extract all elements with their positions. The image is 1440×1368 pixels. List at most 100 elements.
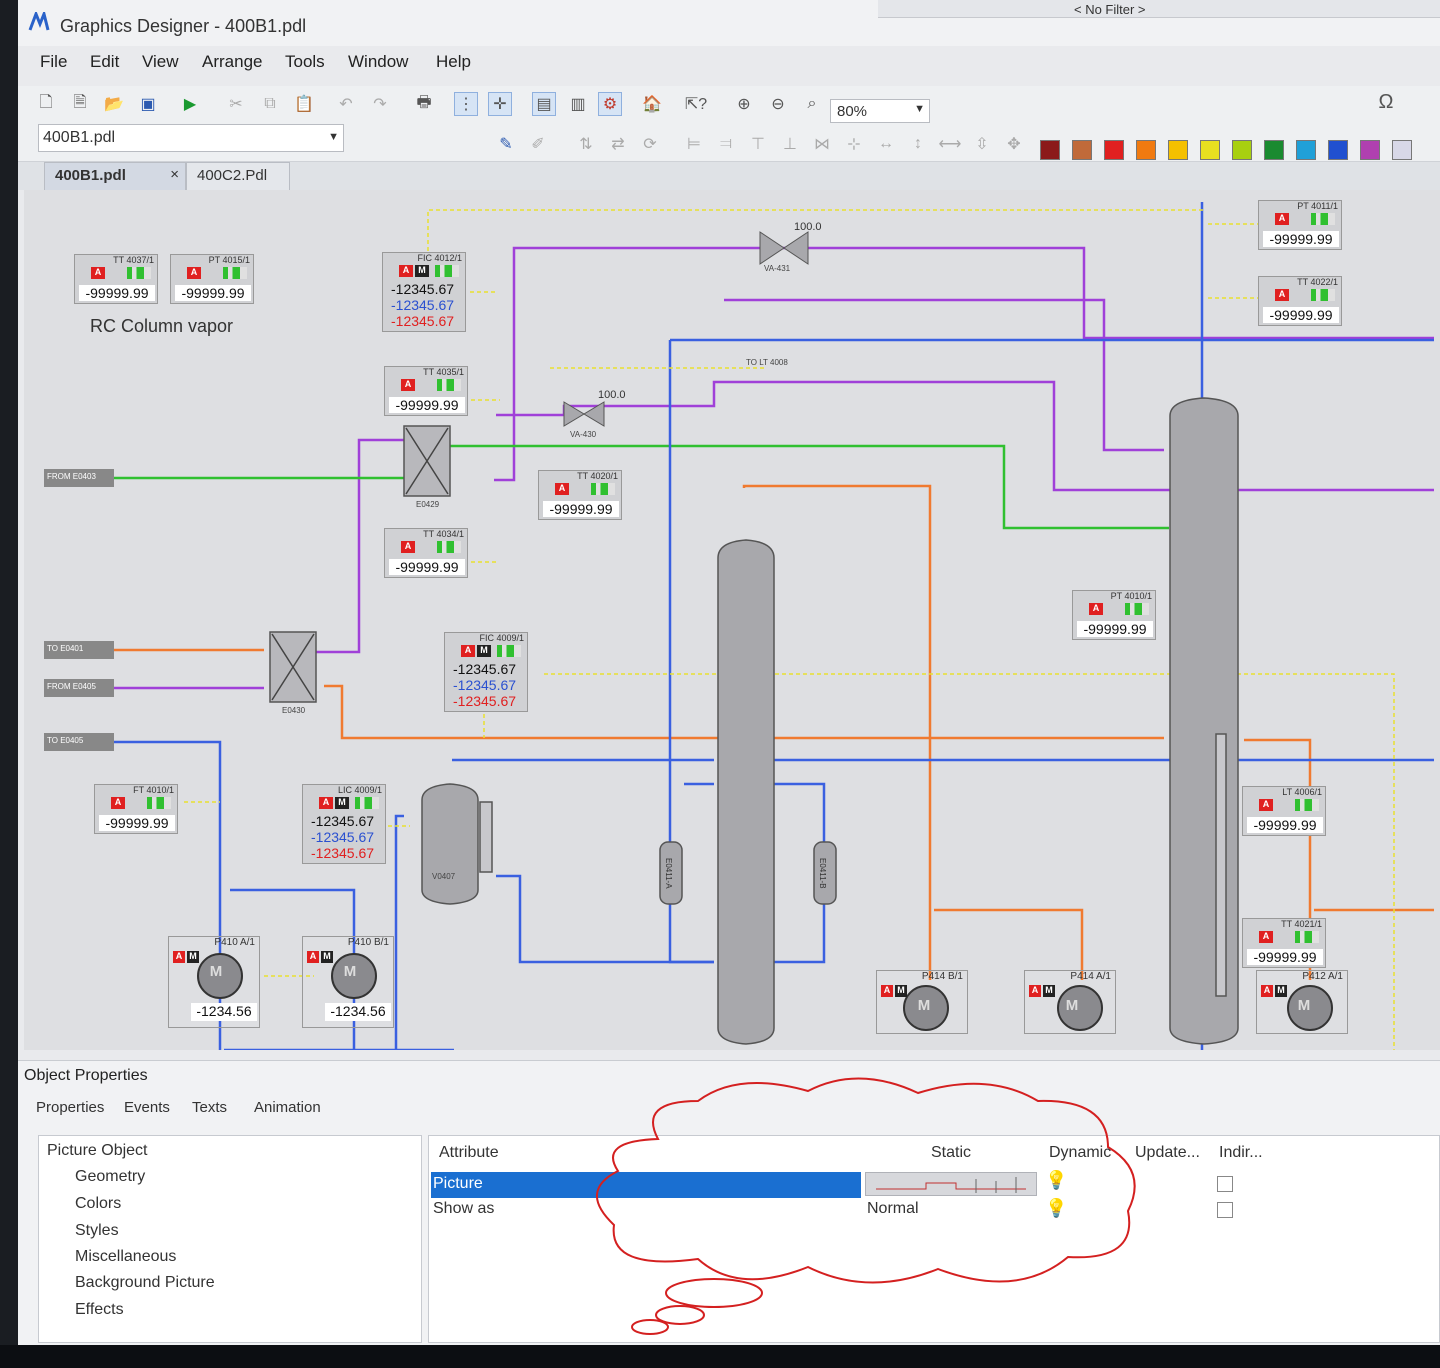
zoom-out-icon[interactable]: ⊖ bbox=[766, 92, 790, 116]
color-swatch[interactable] bbox=[1360, 140, 1380, 160]
save-icon[interactable]: ▣ bbox=[136, 92, 160, 116]
redo-icon[interactable]: ↷ bbox=[368, 92, 392, 116]
zoom-select[interactable]: 80% ▼ bbox=[830, 99, 930, 123]
center-vertical-icon[interactable]: ⋈ bbox=[810, 132, 834, 156]
paste-icon[interactable]: 📋 bbox=[292, 92, 316, 116]
tree-item-styles[interactable]: Styles bbox=[75, 1222, 119, 1240]
menu-window[interactable]: Window bbox=[348, 52, 408, 72]
pump-faceplate-p414a[interactable]: P414 A/1 A M M bbox=[1024, 970, 1116, 1034]
wand-icon[interactable]: ✎ bbox=[494, 132, 518, 156]
run-icon[interactable]: ▶ bbox=[178, 92, 202, 116]
process-canvas[interactable]: RC Column vapor FROM E0403 TO E0401 FROM… bbox=[24, 190, 1440, 1050]
column-vessel bbox=[1169, 397, 1239, 1045]
color-swatch[interactable] bbox=[1168, 140, 1188, 160]
undo-icon[interactable]: ↶ bbox=[334, 92, 358, 116]
pump-faceplate-p410b[interactable]: P410 B/1 A M M -1234.56 bbox=[302, 936, 394, 1028]
flip-horizontal-icon[interactable]: ⇄ bbox=[606, 132, 630, 156]
zoom-in-icon[interactable]: ⊕ bbox=[732, 92, 756, 116]
snap-grid-icon[interactable]: ✛ bbox=[488, 92, 512, 116]
same-width-icon[interactable]: ⟷ bbox=[938, 132, 962, 156]
faceplate-tt4022[interactable]: TT 4022/1 A -99999.99 bbox=[1258, 276, 1342, 326]
space-vertical-icon[interactable]: ↕ bbox=[906, 132, 930, 156]
tree-item-colors[interactable]: Colors bbox=[75, 1195, 121, 1213]
menu-help[interactable]: Help bbox=[436, 52, 471, 72]
layers-icon[interactable]: ▤ bbox=[532, 92, 556, 116]
faceplate-tag: TT 4022/1 bbox=[1297, 277, 1338, 287]
symbol-icon[interactable]: Ω bbox=[1374, 90, 1398, 114]
menu-edit[interactable]: Edit bbox=[90, 52, 119, 72]
color-swatch[interactable] bbox=[1136, 140, 1156, 160]
color-swatch[interactable] bbox=[1296, 140, 1316, 160]
copy-icon[interactable]: ⧉ bbox=[258, 92, 282, 116]
pump-faceplate-p412a[interactable]: P412 A/1 A M M bbox=[1256, 970, 1348, 1034]
tab-400c2[interactable]: 400C2.Pdl bbox=[186, 162, 290, 190]
tree-item-background-picture[interactable]: Background Picture bbox=[75, 1274, 215, 1292]
faceplate-ft4010[interactable]: FT 4010/1 A -99999.99 bbox=[94, 784, 178, 834]
tab-400b1[interactable]: 400B1.pdl × bbox=[44, 162, 186, 190]
menu-file[interactable]: File bbox=[40, 52, 67, 72]
print-icon[interactable]: 🖶 bbox=[412, 92, 436, 116]
tree-item-geometry[interactable]: Geometry bbox=[75, 1168, 145, 1186]
menu-arrange[interactable]: Arrange bbox=[202, 52, 262, 72]
faceplate-fic4009[interactable]: FIC 4009/1 A M -12345.67 -12345.67 -12345.67 bbox=[444, 632, 528, 712]
tab-animation[interactable]: Animation bbox=[254, 1099, 321, 1116]
faceplate-tt4035[interactable]: TT 4035/1 A -99999.99 bbox=[384, 366, 468, 416]
wand-off-icon[interactable]: ✐ bbox=[526, 132, 550, 156]
color-swatch[interactable] bbox=[1072, 140, 1092, 160]
space-horizontal-icon[interactable]: ↔ bbox=[874, 132, 898, 156]
tree-item-effects[interactable]: Effects bbox=[75, 1301, 124, 1319]
faceplate-tt4021[interactable]: TT 4021/1 A -99999.99 bbox=[1242, 918, 1326, 968]
tab-texts[interactable]: Texts bbox=[192, 1099, 227, 1116]
filter-bar[interactable]: < No Filter > bbox=[878, 0, 1440, 18]
pump-faceplate-p414b[interactable]: P414 B/1 A M M bbox=[876, 970, 968, 1034]
tab-properties[interactable]: Properties bbox=[36, 1099, 104, 1116]
flip-vertical-icon[interactable]: ⇅ bbox=[574, 132, 598, 156]
faceplate-tt4020[interactable]: TT 4020/1 A -99999.99 bbox=[538, 470, 622, 520]
new-file-icon[interactable]: 🗋 bbox=[34, 92, 58, 116]
faceplate-tt4034[interactable]: TT 4034/1 A -99999.99 bbox=[384, 528, 468, 578]
color-swatch[interactable] bbox=[1200, 140, 1220, 160]
indirect-checkbox[interactable] bbox=[1217, 1202, 1233, 1218]
faceplate-pt4010[interactable]: PT 4010/1 A -99999.99 bbox=[1072, 590, 1156, 640]
grid-icon[interactable]: ⋮ bbox=[454, 92, 478, 116]
align-top-icon[interactable]: ⊤ bbox=[746, 132, 770, 156]
faceplate-fic4012[interactable]: FIC 4012/1 A M -12345.67 -12345.67 -12345.67 bbox=[382, 252, 466, 332]
close-icon[interactable]: × bbox=[170, 166, 179, 183]
rotate-icon[interactable]: ⟳ bbox=[638, 132, 662, 156]
tree-item-picture-object[interactable]: Picture Object bbox=[47, 1142, 147, 1160]
objects-icon[interactable]: ⚙ bbox=[598, 92, 622, 116]
color-swatch[interactable] bbox=[1040, 140, 1060, 160]
align-right-icon[interactable]: ⫤ bbox=[714, 132, 738, 156]
open-folder-icon[interactable]: 📂 bbox=[102, 92, 126, 116]
color-swatch[interactable] bbox=[1264, 140, 1284, 160]
new-page-icon[interactable]: 🗎 bbox=[68, 92, 92, 116]
color-swatch[interactable] bbox=[1232, 140, 1252, 160]
tab-events[interactable]: Events bbox=[124, 1099, 170, 1116]
attribute-name-show-as[interactable]: Show as bbox=[433, 1200, 494, 1218]
faceplate-pt4015[interactable]: PT 4015/1 A -99999.99 bbox=[170, 254, 254, 304]
center-horizontal-icon[interactable]: ⊹ bbox=[842, 132, 866, 156]
faceplate-pt4011[interactable]: PT 4011/1 A -99999.99 bbox=[1258, 200, 1342, 250]
indirect-checkbox[interactable] bbox=[1217, 1176, 1233, 1192]
help-pointer-icon[interactable]: ⇱? bbox=[684, 92, 708, 116]
align-bottom-icon[interactable]: ⊥ bbox=[778, 132, 802, 156]
same-size-icon[interactable]: ✥ bbox=[1002, 132, 1026, 156]
library-icon[interactable]: ▥ bbox=[566, 92, 590, 116]
color-swatch[interactable] bbox=[1104, 140, 1124, 160]
faceplate-lic4009[interactable]: LIC 4009/1 A M -12345.67 -12345.67 -12345.67 bbox=[302, 784, 386, 864]
tree-item-miscellaneous[interactable]: Miscellaneous bbox=[75, 1248, 176, 1266]
faceplate-tt4037[interactable]: TT 4037/1 A -99999.99 bbox=[74, 254, 158, 304]
faceplate-lt4006[interactable]: LT 4006/1 A -99999.99 bbox=[1242, 786, 1326, 836]
zoom-area-icon[interactable]: ⌕ bbox=[800, 92, 824, 116]
menu-view[interactable]: View bbox=[142, 52, 179, 72]
filter-dropdown[interactable]: < No Filter > bbox=[1074, 2, 1146, 17]
color-swatch[interactable] bbox=[1392, 140, 1412, 160]
faceplate-icon[interactable]: 🏠 bbox=[640, 92, 664, 116]
align-left-icon[interactable]: ⊨ bbox=[682, 132, 706, 156]
menu-tools[interactable]: Tools bbox=[285, 52, 325, 72]
color-swatch[interactable] bbox=[1328, 140, 1348, 160]
same-height-icon[interactable]: ⇳ bbox=[970, 132, 994, 156]
cut-icon[interactable]: ✂ bbox=[224, 92, 248, 116]
pump-faceplate-p410a[interactable]: P410 A/1 A M M -1234.56 bbox=[168, 936, 260, 1028]
picture-select[interactable]: 400B1.pdl ▼ bbox=[38, 124, 344, 152]
